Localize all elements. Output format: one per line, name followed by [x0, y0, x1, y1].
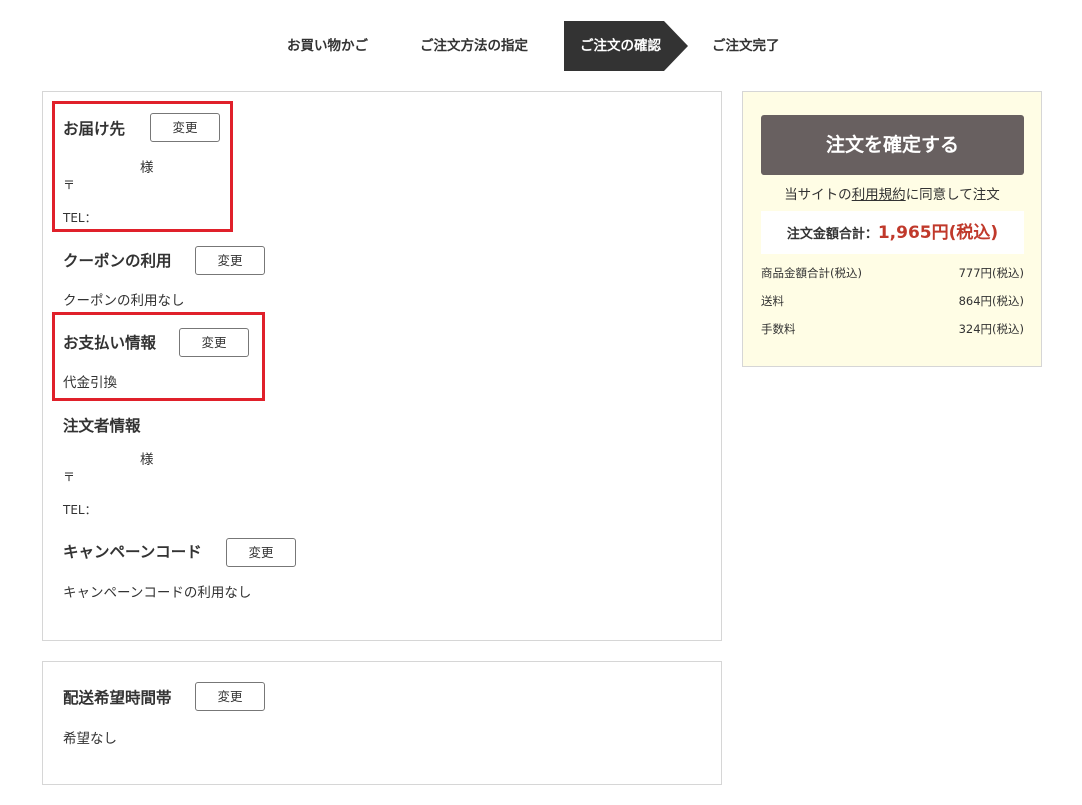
- step-cart: お買い物かご: [287, 38, 368, 54]
- line-item-value: 324円(税込): [958, 322, 1024, 336]
- total-value: 1,965円(税込): [877, 223, 999, 243]
- delivery-time-title: 配送希望時間帯: [63, 689, 172, 707]
- campaign-change-button[interactable]: 変更: [226, 538, 296, 567]
- line-item-label: 商品金額合計(税込): [761, 266, 862, 280]
- line-item-value: 777円(税込): [958, 266, 1024, 280]
- delivery-time-change-button[interactable]: 変更: [195, 682, 265, 711]
- agree-suffix: に同意して注文: [905, 187, 1000, 203]
- step-complete: ご注文完了: [712, 38, 780, 54]
- campaign-value: キャンペーンコードの利用なし: [63, 585, 252, 601]
- step-confirm-active: ご注文の確認: [564, 21, 688, 71]
- total-label: 注文金額合計：: [786, 227, 878, 242]
- line-item-fee: 手数料 324円(税込): [761, 319, 1024, 339]
- campaign-title: キャンペーンコード: [63, 543, 202, 561]
- delivery-highlight-box: [52, 101, 233, 232]
- terms-link[interactable]: 利用規約: [852, 187, 906, 203]
- orderer-name-suffix: 様: [140, 452, 154, 468]
- agree-prefix: 当サイトの: [784, 187, 852, 203]
- payment-highlight-box: [52, 312, 265, 401]
- delivery-time-panel: 配送希望時間帯 変更 希望なし: [42, 661, 722, 785]
- orderer-postal: 〒: [63, 470, 76, 484]
- coupon-value: クーポンの利用なし: [63, 293, 185, 309]
- line-item-value: 864円(税込): [958, 294, 1024, 308]
- order-total-box: 注文金額合計：1,965円(税込): [761, 211, 1024, 254]
- step-order-method: ご注文方法の指定: [420, 38, 528, 54]
- orderer-tel-label: TEL：: [63, 503, 97, 517]
- line-item-shipping: 送料 864円(税込): [761, 291, 1024, 311]
- delivery-time-value: 希望なし: [63, 731, 117, 747]
- line-item-subtotal: 商品金額合計(税込) 777円(税込): [761, 263, 1024, 283]
- confirm-order-button[interactable]: 注文を確定する: [761, 115, 1024, 175]
- coupon-change-button[interactable]: 変更: [195, 246, 265, 275]
- checkout-steps: お買い物かご ご注文方法の指定 ご注文の確認 ご注文完了: [0, 21, 1082, 71]
- order-summary-sidebar: 注文を確定する 当サイトの利用規約に同意して注文 注文金額合計：1,965円(税…: [742, 91, 1042, 367]
- line-item-label: 手数料: [761, 322, 796, 336]
- orderer-title: 注文者情報: [63, 417, 141, 435]
- terms-agreement: 当サイトの利用規約に同意して注文: [743, 183, 1041, 203]
- coupon-title: クーポンの利用: [63, 252, 172, 270]
- line-item-label: 送料: [761, 294, 784, 308]
